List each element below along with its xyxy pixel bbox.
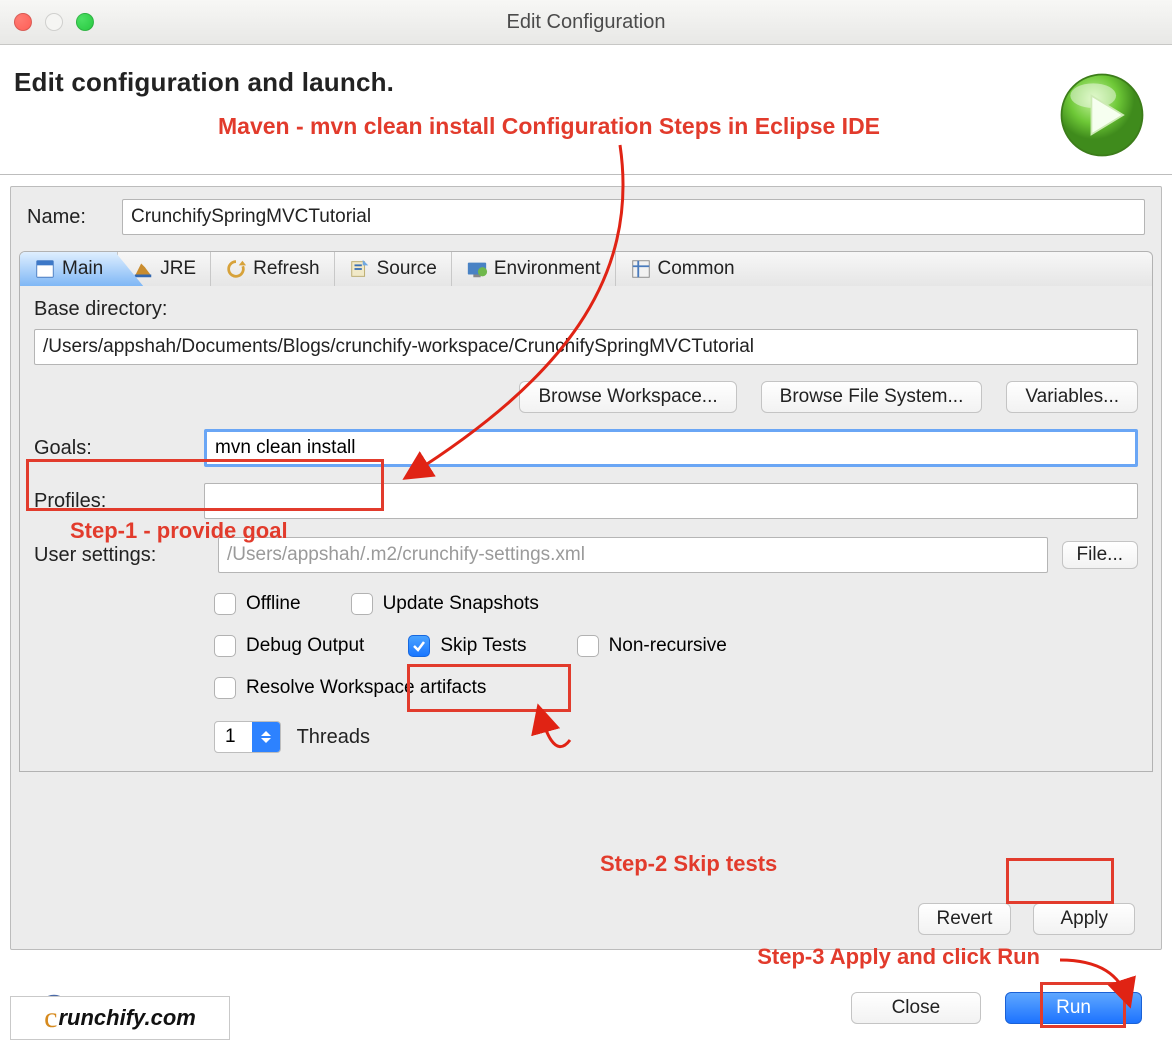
env-tab-icon [466, 258, 488, 280]
file-button[interactable]: File... [1062, 541, 1138, 569]
browse-workspace-button[interactable]: Browse Workspace... [519, 381, 736, 413]
offline-check[interactable]: Offline [214, 593, 301, 615]
checkbox-icon [214, 593, 236, 615]
name-input[interactable] [122, 199, 1145, 235]
checkbox-icon [408, 635, 430, 657]
tab-environment[interactable]: Environment [452, 252, 616, 286]
annotation-step1: Step-1 - provide goal [70, 518, 288, 544]
apply-button[interactable]: Apply [1033, 903, 1135, 935]
user-settings-input [218, 537, 1048, 573]
tab-env-label: Environment [494, 258, 601, 280]
tab-main[interactable]: Main [20, 252, 118, 286]
tab-source[interactable]: Source [335, 252, 452, 286]
debug-check[interactable]: Debug Output [214, 635, 364, 657]
tab-jre-label: JRE [160, 258, 196, 280]
browse-filesystem-button[interactable]: Browse File System... [761, 381, 983, 413]
checkbox-icon [351, 593, 373, 615]
basedir-input[interactable] [34, 329, 1138, 365]
dialog-header: Edit configuration and launch. [0, 45, 1172, 175]
revert-button[interactable]: Revert [918, 903, 1012, 935]
watermark-logo: crunchify.com [10, 996, 230, 1040]
threads-label: Threads [297, 726, 370, 749]
common-tab-icon [630, 258, 652, 280]
update-snapshots-check[interactable]: Update Snapshots [351, 593, 539, 615]
highlight-box-skip [407, 664, 571, 712]
annotation-step2: Step-2 Skip tests [600, 851, 777, 877]
window-title: Edit Configuration [0, 11, 1172, 34]
threads-select[interactable]: 1 [214, 721, 281, 753]
annotation-step3: Step-3 Apply and click Run [757, 944, 1040, 970]
goals-label: Goals: [34, 437, 204, 460]
user-settings-label: User settings: [34, 544, 204, 567]
tab-common-label: Common [658, 258, 735, 280]
tab-body: Base directory: Browse Workspace... Brow… [19, 286, 1153, 772]
close-button[interactable]: Close [851, 992, 982, 1024]
tab-refresh[interactable]: Refresh [211, 252, 335, 286]
update-label: Update Snapshots [383, 593, 539, 615]
highlight-box-goals [26, 459, 384, 511]
skip-tests-check[interactable]: Skip Tests [408, 635, 526, 657]
stepper-icon [252, 722, 280, 752]
titlebar: Edit Configuration [0, 0, 1172, 45]
skip-label: Skip Tests [440, 635, 526, 657]
checkbox-icon [214, 635, 236, 657]
variables-button[interactable]: Variables... [1006, 381, 1138, 413]
tab-common[interactable]: Common [616, 252, 749, 286]
debug-label: Debug Output [246, 635, 364, 657]
page-title: Edit configuration and launch. [14, 67, 394, 98]
checkbox-icon [577, 635, 599, 657]
nonrecursive-check[interactable]: Non-recursive [577, 635, 727, 657]
tab-main-label: Main [62, 258, 103, 280]
basedir-label: Base directory: [34, 298, 1138, 321]
annotation-title: Maven - mvn clean install Configuration … [218, 113, 880, 140]
offline-label: Offline [246, 593, 301, 615]
config-panel: Name: Main JRE Refresh Source Environmen… [10, 186, 1162, 950]
tab-refresh-label: Refresh [253, 258, 320, 280]
tab-source-label: Source [377, 258, 437, 280]
nonrec-label: Non-recursive [609, 635, 727, 657]
main-tab-icon [34, 258, 56, 280]
highlight-box-run [1040, 982, 1126, 1028]
highlight-box-apply [1006, 858, 1114, 904]
source-tab-icon [349, 258, 371, 280]
tabs: Main JRE Refresh Source Environment Comm… [19, 251, 1153, 286]
run-icon [1058, 71, 1146, 159]
name-label: Name: [27, 206, 122, 229]
checkbox-icon [214, 677, 236, 699]
refresh-tab-icon [225, 258, 247, 280]
threads-value: 1 [215, 726, 252, 748]
